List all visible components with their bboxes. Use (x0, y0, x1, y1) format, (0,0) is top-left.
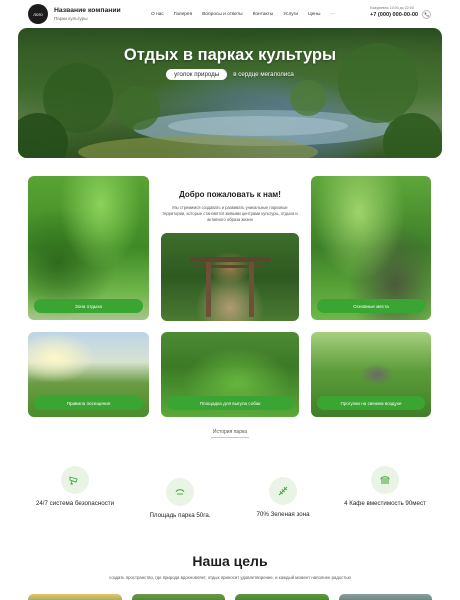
card-rest-zone[interactable]: Зона отдыха (28, 176, 149, 320)
brand: Название компании Парки культуры (54, 7, 121, 21)
gallery-image (235, 594, 329, 600)
contact-info: Ежедневно 10:00 до 22:00 +7 (000) 000-00… (370, 6, 418, 18)
nav-contacts[interactable]: Контакты (253, 12, 274, 17)
camera-icon-glyph (69, 476, 78, 485)
history-divider (211, 437, 249, 438)
rest-zone-button[interactable]: Зона отдыха (34, 299, 143, 313)
card-visit-rules[interactable]: Правила посещения (28, 332, 149, 417)
visit-rules-button[interactable]: Правила посещения (34, 396, 143, 410)
tree-icon (269, 477, 297, 505)
goal-title: Наша цель (192, 553, 268, 569)
phone-number[interactable]: +7 (000) 000-00-00 (370, 12, 418, 18)
hero-pill: уголок природы (166, 69, 228, 80)
stat-area-label: Площадь парка 50га. (149, 512, 211, 519)
camera-icon (61, 466, 89, 494)
burger-icon (371, 466, 399, 494)
nav-services[interactable]: Услуги (283, 12, 298, 17)
phone-icon-glyph (424, 12, 429, 17)
nav-about[interactable]: О нас (151, 12, 164, 17)
history-link[interactable]: История парка (0, 429, 460, 435)
stat-cafe-label: 4 Кафе вместимость 90мест (344, 500, 426, 507)
tree-icon-glyph (278, 486, 288, 496)
header: лого Название компании Парки культуры О … (0, 0, 460, 28)
company-subtitle: Парки культуры (54, 16, 88, 21)
nav-prices[interactable]: Цены (308, 12, 320, 17)
gallery-image (28, 594, 122, 600)
main-nav: О нас Галерея Вопросы и ответы Контакты … (151, 12, 335, 17)
welcome-block: Добро пожаловать к нам! Мы стремимся соз… (161, 190, 299, 224)
stat-green-label: 70% Зеленая зона (256, 511, 310, 518)
bottom-gallery (28, 594, 432, 600)
area-icon-glyph (175, 489, 185, 495)
torii-gate-illustration (189, 257, 271, 317)
stat-security-label: 24/7 система безопасности (35, 500, 115, 507)
welcome-text: Мы стремимся создавать и развивать уника… (162, 205, 298, 223)
company-name: Название компании (54, 7, 121, 14)
card-walks[interactable]: Прогулки на свежем воздухе (311, 332, 431, 417)
hero-banner: Отдых в парках культуры уголок природы в… (18, 28, 442, 158)
nav-faq[interactable]: Вопросы и ответы (202, 12, 242, 17)
dog-area-button[interactable]: Площадка для выгула собак (167, 396, 293, 410)
logo[interactable]: лого (28, 4, 48, 24)
hero-subtitle: уголок природы в сердце мегаполиса (18, 69, 442, 80)
card-main-places[interactable]: Основные места (311, 176, 431, 320)
working-hours: Ежедневно 10:00 до 22:00 (370, 6, 414, 10)
area-icon (166, 478, 194, 506)
stat-green: 70% Зеленая зона (244, 477, 322, 518)
walks-button[interactable]: Прогулки на свежем воздухе (317, 396, 425, 410)
phone-icon[interactable] (422, 10, 431, 19)
hero-title: Отдых в парках культуры (123, 46, 337, 64)
gallery-image (131, 594, 225, 600)
torii-gate-image (161, 233, 299, 321)
stat-security: 24/7 система безопасности (30, 466, 120, 507)
hero-subtitle-rest: в сердце мегаполиса (233, 71, 294, 78)
main-places-button[interactable]: Основные места (317, 299, 425, 313)
stat-area: Площадь парка 50га. (140, 478, 220, 519)
burger-icon-glyph (380, 476, 390, 484)
welcome-title: Добро пожаловать к нам! (179, 190, 281, 199)
gallery-image (338, 594, 432, 600)
stat-cafe: 4 Кафе вместимость 90мест (335, 466, 435, 507)
nav-more[interactable]: ··· (330, 12, 335, 17)
nav-gallery[interactable]: Галерея (174, 12, 192, 17)
card-dog-area[interactable]: Площадка для выгула собак (161, 332, 299, 417)
goal-description: создать пространство, где природа вдохно… (109, 575, 351, 580)
